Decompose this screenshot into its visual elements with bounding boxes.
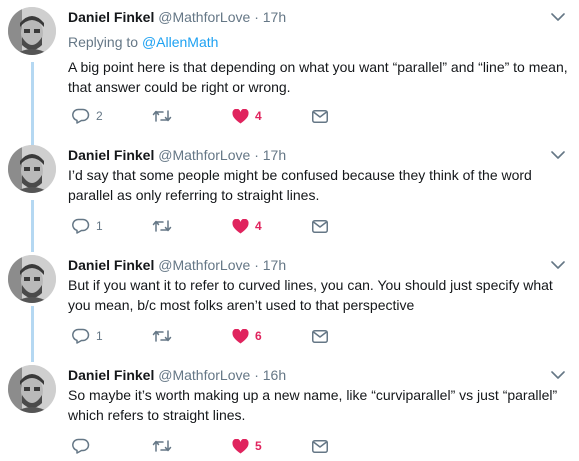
separator: · xyxy=(254,257,259,273)
replying-to: Replying to @AllenMath xyxy=(68,33,218,51)
avatar[interactable] xyxy=(8,255,56,303)
like-count: 5 xyxy=(255,439,262,453)
separator: · xyxy=(254,9,259,25)
retweet-icon xyxy=(152,110,172,122)
thread-connector xyxy=(31,62,34,146)
reply-icon xyxy=(72,438,90,454)
tweet-thread: Daniel Finkel @MathforLove · 17h Replyin… xyxy=(0,0,579,461)
like-count: 6 xyxy=(255,329,262,343)
thread-connector xyxy=(31,200,34,252)
retweet-button[interactable] xyxy=(152,106,178,126)
tweet-text: I’d say that some people might be confus… xyxy=(68,167,532,203)
like-count: 4 xyxy=(255,219,262,233)
retweet-icon xyxy=(152,440,172,452)
reply-count: 1 xyxy=(96,329,103,343)
envelope-icon xyxy=(312,439,328,453)
thread-connector xyxy=(31,306,34,362)
chevron-down-icon[interactable] xyxy=(551,11,565,23)
chevron-down-icon[interactable] xyxy=(551,149,565,161)
separator: · xyxy=(254,147,259,163)
retweet-icon xyxy=(152,330,172,342)
direct-message-button[interactable] xyxy=(312,326,328,346)
avatar[interactable] xyxy=(8,365,56,413)
reply-button[interactable]: 2 xyxy=(72,106,103,126)
tweet-header: Daniel Finkel @MathforLove · 16h xyxy=(68,365,286,385)
heart-icon xyxy=(232,218,249,233)
retweet-button[interactable] xyxy=(152,436,178,456)
user-handle[interactable]: @MathforLove xyxy=(158,367,250,383)
user-handle[interactable]: @MathforLove xyxy=(158,9,250,25)
timestamp[interactable]: 17h xyxy=(263,147,286,163)
timestamp[interactable]: 17h xyxy=(263,257,286,273)
timestamp[interactable]: 16h xyxy=(263,367,286,383)
like-button[interactable]: 5 xyxy=(232,436,262,456)
tweet-header: Daniel Finkel @MathforLove · 17h xyxy=(68,255,286,275)
like-button[interactable]: 6 xyxy=(232,326,262,346)
replying-to-link[interactable]: @AllenMath xyxy=(142,34,218,50)
timestamp[interactable]: 17h xyxy=(263,9,286,25)
tweet-text: So maybe it’s worth making up a new name… xyxy=(68,387,558,423)
reply-icon xyxy=(72,218,90,234)
retweet-button[interactable] xyxy=(152,326,178,346)
envelope-icon xyxy=(312,219,328,233)
user-handle[interactable]: @MathforLove xyxy=(158,147,250,163)
direct-message-button[interactable] xyxy=(312,216,328,236)
avatar[interactable] xyxy=(8,7,56,55)
heart-icon xyxy=(232,328,249,343)
separator: · xyxy=(254,367,259,383)
reply-icon xyxy=(72,328,90,344)
heart-icon xyxy=(232,108,249,123)
reply-count: 2 xyxy=(96,109,103,123)
retweet-icon xyxy=(152,220,172,232)
heart-icon xyxy=(232,438,249,453)
tweet-text: But if you want it to refer to curved li… xyxy=(68,277,553,313)
reply-button[interactable]: 1 xyxy=(72,326,103,346)
avatar[interactable] xyxy=(8,145,56,193)
like-button[interactable]: 4 xyxy=(232,216,262,236)
chevron-down-icon[interactable] xyxy=(551,259,565,271)
tweet-actions: 2 4 xyxy=(68,106,368,126)
reply-button[interactable]: 1 xyxy=(72,216,103,236)
tweet-actions: 1 4 xyxy=(68,216,368,236)
reply-count: 1 xyxy=(96,219,103,233)
tweet-header: Daniel Finkel @MathforLove · 17h xyxy=(68,145,286,165)
like-button[interactable]: 4 xyxy=(232,106,262,126)
direct-message-button[interactable] xyxy=(312,436,328,456)
display-name[interactable]: Daniel Finkel xyxy=(68,147,154,163)
display-name[interactable]: Daniel Finkel xyxy=(68,9,154,25)
envelope-icon xyxy=(312,109,328,123)
direct-message-button[interactable] xyxy=(312,106,328,126)
envelope-icon xyxy=(312,329,328,343)
display-name[interactable]: Daniel Finkel xyxy=(68,257,154,273)
tweet-actions: 5 xyxy=(68,436,368,456)
replying-to-label: Replying to xyxy=(68,34,142,50)
tweet-actions: 1 6 xyxy=(68,326,368,346)
retweet-button[interactable] xyxy=(152,216,178,236)
tweet-text: A big point here is that depending on wh… xyxy=(68,59,568,95)
user-handle[interactable]: @MathforLove xyxy=(158,257,250,273)
like-count: 4 xyxy=(255,109,262,123)
reply-icon xyxy=(72,108,90,124)
display-name[interactable]: Daniel Finkel xyxy=(68,367,154,383)
chevron-down-icon[interactable] xyxy=(551,369,565,381)
tweet-header: Daniel Finkel @MathforLove · 17h xyxy=(68,7,286,27)
reply-button[interactable] xyxy=(72,436,96,456)
